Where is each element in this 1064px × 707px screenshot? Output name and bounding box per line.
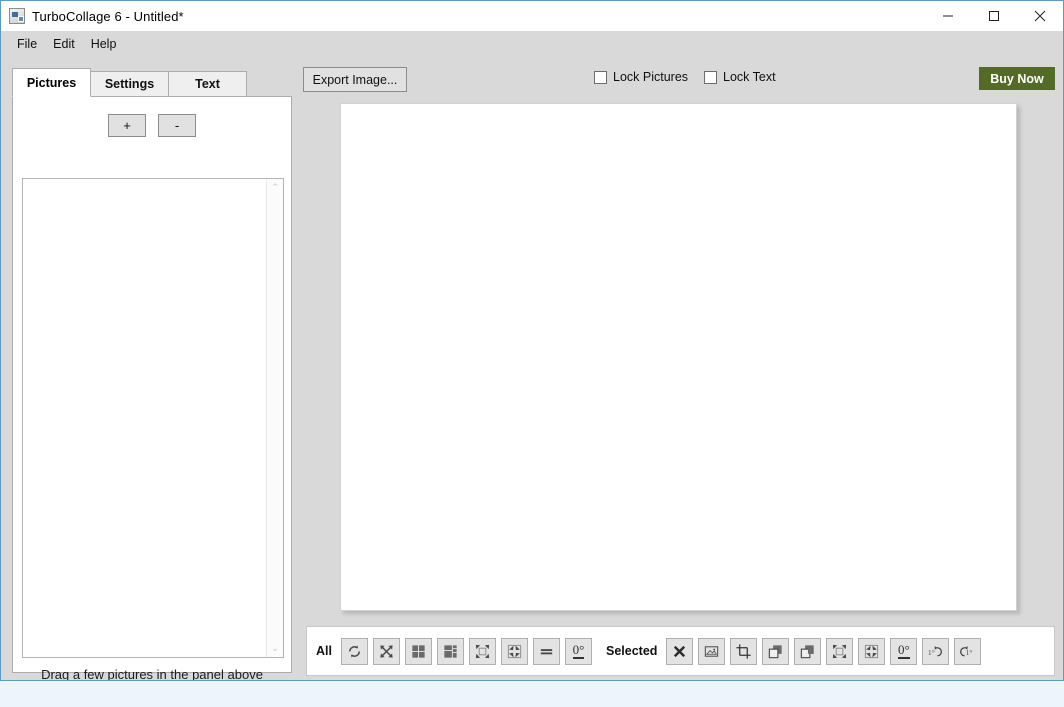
drag-hint-label: Drag a few pictures in the panel above bbox=[41, 667, 263, 681]
menu-bar: File Edit Help bbox=[1, 31, 1063, 56]
tab-text[interactable]: Text bbox=[168, 71, 247, 97]
svg-text:1°: 1° bbox=[928, 647, 935, 656]
all-group-label: All bbox=[316, 644, 332, 658]
lock-pictures-label: Lock Pictures bbox=[613, 70, 689, 84]
pictures-tab-panel: + - ⌃ ⌄ Drag a few pictures in the panel… bbox=[12, 96, 292, 680]
rotate-ccw-icon[interactable]: 1° bbox=[954, 637, 982, 665]
bottom-toolbar: All 0° Selected 0° 1° 1° bbox=[306, 626, 1055, 676]
equalize-icon[interactable] bbox=[532, 637, 560, 665]
lock-text-option[interactable]: Lock Text bbox=[704, 70, 776, 84]
window-title: TurboCollage 6 - Untitled* bbox=[32, 8, 184, 24]
delete-selected-icon[interactable] bbox=[666, 637, 694, 665]
mixed-layout-icon[interactable] bbox=[436, 637, 464, 665]
menu-item-edit[interactable]: Edit bbox=[45, 34, 83, 54]
buy-now-button[interactable]: Buy Now bbox=[979, 67, 1055, 90]
menu-item-help[interactable]: Help bbox=[83, 34, 125, 54]
tab-settings[interactable]: Settings bbox=[90, 71, 169, 97]
bring-forward-icon[interactable] bbox=[762, 637, 790, 665]
regenerate-icon[interactable] bbox=[340, 637, 368, 665]
sidebar-tabs: Pictures Settings Text bbox=[12, 68, 247, 97]
replace-picture-icon[interactable] bbox=[698, 637, 726, 665]
pictures-list-scrollbar[interactable]: ⌃ ⌄ bbox=[266, 179, 283, 657]
maximize-icon[interactable] bbox=[971, 1, 1017, 31]
lock-pictures-option[interactable]: Lock Pictures bbox=[594, 70, 688, 84]
collage-canvas[interactable] bbox=[340, 103, 1017, 611]
expand-all-icon[interactable] bbox=[468, 637, 496, 665]
selected-group-label: Selected bbox=[605, 644, 658, 658]
remove-pictures-button[interactable]: - bbox=[158, 114, 196, 137]
close-icon[interactable] bbox=[1017, 1, 1063, 31]
application-window: TurboCollage 6 - Untitled* File Edit Hel… bbox=[0, 0, 1064, 681]
send-backward-icon[interactable] bbox=[794, 637, 822, 665]
crop-icon[interactable] bbox=[730, 637, 758, 665]
reset-rotation-selected-label: 0° bbox=[898, 642, 910, 659]
reset-rotation-label: 0° bbox=[572, 642, 585, 659]
reset-rotation-selected-icon[interactable]: 0° bbox=[890, 637, 918, 665]
title-bar: TurboCollage 6 - Untitled* bbox=[1, 1, 1063, 31]
shuffle-icon[interactable] bbox=[372, 637, 400, 665]
shrink-all-icon[interactable] bbox=[500, 637, 528, 665]
lock-text-label: Lock Text bbox=[723, 70, 776, 84]
reset-rotation-icon[interactable]: 0° bbox=[564, 637, 592, 665]
top-toolbar: Export Image... Lock Pictures Lock Text … bbox=[301, 65, 1056, 97]
minimize-icon[interactable] bbox=[925, 1, 971, 31]
scroll-down-icon[interactable]: ⌄ bbox=[267, 640, 284, 657]
rotate-cw-icon[interactable]: 1° bbox=[922, 637, 950, 665]
shrink-selected-icon[interactable] bbox=[858, 637, 886, 665]
app-icon bbox=[9, 8, 25, 24]
add-pictures-button[interactable]: + bbox=[108, 114, 146, 137]
lock-pictures-checkbox[interactable] bbox=[594, 70, 607, 84]
scroll-up-icon[interactable]: ⌃ bbox=[267, 179, 284, 196]
svg-text:1°: 1° bbox=[966, 647, 973, 656]
left-panel: Pictures Settings Text + - ⌃ ⌄ Drag a fe… bbox=[12, 68, 292, 680]
export-image-button[interactable]: Export Image... bbox=[303, 67, 407, 92]
menu-item-file[interactable]: File bbox=[9, 34, 45, 54]
pictures-list[interactable]: ⌃ ⌄ bbox=[22, 178, 284, 658]
expand-selected-icon[interactable] bbox=[826, 637, 854, 665]
tab-pictures[interactable]: Pictures bbox=[12, 68, 91, 97]
grid-layout-icon[interactable] bbox=[404, 637, 432, 665]
lock-options: Lock Pictures Lock Text bbox=[594, 70, 776, 84]
lock-text-checkbox[interactable] bbox=[704, 70, 718, 84]
window-controls bbox=[925, 1, 1063, 31]
add-remove-row: + - bbox=[13, 114, 291, 137]
